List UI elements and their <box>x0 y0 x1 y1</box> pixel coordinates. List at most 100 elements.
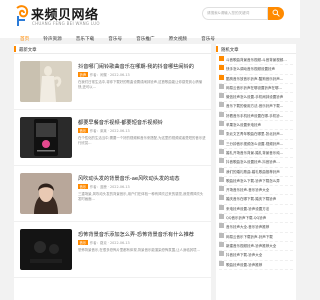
sidebar-list-item[interactable]: 网易云音乐铃声在哪设置铃声在哪… <box>219 83 293 94</box>
sidebar-list-item[interactable]: 好看音乐手机铃声设置在哪-手机铃… <box>219 111 293 122</box>
article-author-date: 作者：闲蝶 · 2022-06-13 <box>89 73 130 77</box>
nav-item-video[interactable]: 原文视频 <box>169 36 187 44</box>
sidebar-item-label[interactable]: 新建音乐视频铃声-铃声推荐大全 <box>226 244 276 248</box>
sidebar-list-item[interactable]: 我们的婚礼歌曲-婚礼歌曲推荐铃声 <box>219 167 293 177</box>
article-author-date: 作者：蓝鹿 · 2022-06-13 <box>89 185 130 189</box>
article-thumbnail[interactable] <box>20 117 72 158</box>
article-thumbnail[interactable] <box>20 229 72 270</box>
sidebar-item-label[interactable]: 婚礼开场音乐背景-婚礼背景音乐纯… <box>226 151 283 155</box>
sidebar-list-item[interactable]: 开场音乐铃声-音乐铃声大全 <box>219 186 293 196</box>
search-input[interactable]: 请搜索&请输入您的关键词 <box>202 7 268 20</box>
article-meta: 铃声 作者：闲蝶 · 2022-06-13 <box>78 72 130 77</box>
rank-badge <box>219 148 224 154</box>
sidebar-list-item[interactable]: 婚庆音乐在哪下载-婚庆下载铃声 <box>219 195 293 205</box>
rank-badge <box>219 241 224 247</box>
sidebar-list-item[interactable]: 苹果怎么设置来电铃声 <box>219 121 293 131</box>
rank-badge <box>219 232 224 238</box>
sidebar-list-item[interactable]: 歌曲铃声设置-铃声推荐 <box>219 260 293 270</box>
search-button[interactable] <box>268 7 284 20</box>
sidebar-list-item[interactable]: 来电铃声设置-铃声设置方法 <box>219 204 293 215</box>
article-title[interactable]: 风吹动头发的背景音乐-ae风吹动头发的动态 <box>78 175 206 182</box>
article-title[interactable]: 恐怖背景音乐添加怎么弄-恐怖背景音乐有什么推荐 <box>78 231 206 238</box>
sidebar-list-item[interactable]: 新建音乐视频铃声-铃声推荐大全 <box>219 241 293 252</box>
sidebar-list-item[interactable]: 快手怎么调动音乐视频设置铃声 <box>219 65 293 75</box>
article-item[interactable]: 恐怖背景音乐添加怎么弄-恐怖背景音乐有什么推荐 音乐 作者：路克 · 2022-0… <box>14 222 211 278</box>
nav-item-music-account[interactable]: 音乐号 <box>108 36 122 44</box>
sidebar-list-item[interactable]: 抖音歌曲怎么设置铃声-抖音铃声… <box>219 158 293 168</box>
category-badge[interactable]: 音乐 <box>78 184 88 189</box>
sidebar-item-label[interactable]: 网易云音乐下载铃声-铃声下载 <box>226 235 273 239</box>
nav-item-music-account-2[interactable]: 音乐号 <box>201 36 215 44</box>
article-excerpt: 在个性化的生活当中,需要一个好的视频和音乐来搭配,为这里的视频或者是短的音乐进行… <box>78 136 206 146</box>
sidebar-list-item[interactable]: 音乐下载的使用方法-音乐铃声下载… <box>219 102 293 112</box>
article-meta: 音乐 作者：路克 · 2022-06-13 <box>78 240 130 245</box>
category-badge[interactable]: 音乐 <box>78 240 88 245</box>
search-icon <box>272 9 280 17</box>
article-excerpt: 恐怖背景音乐,在很多恐怖片里都有体现,背景音乐能渲染恐怖氛围,让人身临其境… <box>78 248 200 252</box>
random-articles-sidebar: 随机文章 斗音歌曲背景音乐视频-斗音背景视频… 快手怎么调动音乐视频设置铃声 酷狗音… <box>216 44 296 300</box>
sidebar-list-item[interactable]: 酷狗音乐放音乐铃声-酷狗音乐铃声… <box>219 74 293 84</box>
rank-badge <box>219 260 224 266</box>
rank-badge <box>219 204 224 210</box>
sidebar-list-item[interactable]: 三分钟音乐视频怎么设置-视频铃声… <box>219 139 293 149</box>
sidebar-item-label[interactable]: 我们的婚礼歌曲-婚礼歌曲推荐铃声 <box>226 170 280 174</box>
rank-badge <box>219 111 224 117</box>
nav-item-ringtones[interactable]: 铃声资源 <box>43 36 61 44</box>
nav-item-music-promo[interactable]: 音乐推广 <box>136 36 154 44</box>
sidebar-item-label[interactable]: 歌曲铃声怎么下载-铃声下载怎么弄 <box>226 179 280 183</box>
sidebar-list-item[interactable]: 斗音歌曲背景音乐视频-斗音背景视频… <box>219 56 293 66</box>
sidebar-list: 斗音歌曲背景音乐视频-斗音背景视频… 快手怎么调动音乐视频设置铃声酷狗音乐放音乐铃… <box>216 54 296 272</box>
sidebar-list-item[interactable]: 张北文艺青年歌曲在哪里-张北铃声… <box>219 130 293 140</box>
sidebar-item-label[interactable]: 斗音歌曲背景音乐视频-斗音背景视频… <box>226 58 287 62</box>
sidebar-list-item[interactable]: 微信铃声怎么设置-手机闹钟设置铃声 <box>219 93 293 103</box>
article-item[interactable]: 都要早餐音乐视频-都要短音乐视频铃 音乐 作者：莱莱 · 2022-06-13 在… <box>14 110 211 166</box>
article-item[interactable]: 风吹动头发的背景音乐-ae风吹动头发的动态 音乐 作者：蓝鹿 · 2022-06-… <box>14 166 211 222</box>
rank-badge <box>219 195 224 201</box>
article-item[interactable]: 抖音哪门闹铃歌曲音乐在哪期-我的抖音哪些闹铃的 铃声 作者：闲蝶 · 2022-0… <box>14 54 211 110</box>
sidebar-item-label[interactable]: 音乐下载的使用方法-音乐铃声下载… <box>226 104 283 108</box>
sidebar-list-item[interactable]: 婚礼开场音乐背景-婚礼背景音乐纯… <box>219 148 293 159</box>
article-meta: 音乐 作者：莱莱 · 2022-06-13 <box>78 128 130 133</box>
sidebar-item-label[interactable]: 抖音歌曲怎么设置铃声-抖音铃声… <box>226 160 280 164</box>
sidebar-item-label[interactable]: 三分钟音乐视频怎么设置-视频铃声… <box>226 142 283 146</box>
sidebar-item-label[interactable]: QQ音乐铃声下载-QQ铃声 <box>226 216 266 220</box>
article-title[interactable]: 都要早餐音乐视频-都要短音乐视频铃 <box>78 119 206 126</box>
rank-badge <box>219 74 224 80</box>
sidebar-item-label[interactable]: 苹果怎么设置来电铃声 <box>226 123 261 127</box>
rank-badge <box>219 251 224 257</box>
sidebar-item-label[interactable]: 酷狗音乐放音乐铃声-酷狗音乐铃声… <box>226 77 283 81</box>
rank-badge <box>219 56 224 61</box>
rank-badge <box>219 167 224 173</box>
article-list-panel: 最新文章 抖音哪门闹铃歌曲音乐在哪期-我的抖音哪些闹铃的 铃声 作者：闲蝶 · 2… <box>14 44 211 300</box>
sidebar-list-item[interactable]: QQ音乐铃声下载-QQ铃声 <box>219 214 293 224</box>
category-badge[interactable]: 铃声 <box>78 72 88 77</box>
sidebar-item-label[interactable]: 婚庆音乐在哪下载-婚庆下载铃声 <box>226 197 276 201</box>
sidebar-item-label[interactable]: 网易云音乐铃声在哪设置铃声在哪… <box>226 86 282 90</box>
sidebar-item-label[interactable]: 歌曲铃声设置-铃声推荐 <box>226 263 262 267</box>
sidebar-list-item[interactable]: 歌曲铃声怎么下载-铃声下载怎么弄 <box>219 176 293 187</box>
article-thumbnail[interactable] <box>20 173 72 214</box>
section-title: 最新文章 <box>14 44 211 54</box>
sidebar-item-label[interactable]: 微信铃声怎么设置-手机闹钟设置铃声 <box>226 95 283 99</box>
rank-badge <box>219 102 224 108</box>
nav-item-music-download[interactable]: 音乐下载 <box>76 36 94 44</box>
sidebar-item-label[interactable]: 抖音铃声下载-铃声大全 <box>226 253 262 257</box>
rank-badge <box>219 158 224 164</box>
rank-badge <box>219 121 224 127</box>
rank-badge <box>219 214 224 220</box>
sidebar-item-label[interactable]: 张北文艺青年歌曲在哪里-张北铃声… <box>226 132 283 136</box>
rank-badge <box>219 186 224 192</box>
article-thumbnail[interactable] <box>20 61 72 102</box>
main-nav: 首页 铃声资源 音乐下载 音乐号 音乐推广 原文视频 音乐号 <box>20 25 224 45</box>
sidebar-item-label[interactable]: 开场音乐铃声-音乐铃声大全 <box>226 188 269 192</box>
sidebar-item-label[interactable]: 快手怎么调动音乐视频设置铃声 <box>226 67 275 71</box>
sidebar-list-item[interactable]: 网易云音乐下载铃声-铃声下载 <box>219 232 293 242</box>
sidebar-item-label[interactable]: 音乐铃声大全-音乐铃声推荐 <box>226 225 269 229</box>
sidebar-item-label[interactable]: 来电铃声设置-铃声设置方法 <box>226 207 269 211</box>
category-badge[interactable]: 音乐 <box>78 128 88 133</box>
article-excerpt: 在我们日常生活中,将你下载好的歌曲设置成闹钟铃声,这首歌曲能让你感觉到心情愉快,… <box>78 80 203 90</box>
sidebar-list-item[interactable]: 抖音铃声下载-铃声大全 <box>219 251 293 261</box>
sidebar-item-label[interactable]: 好看音乐手机铃声设置在哪-手机铃… <box>226 114 283 118</box>
article-title[interactable]: 抖音哪门闹铃歌曲音乐在哪期-我的抖音哪些闹铃的 <box>78 63 206 70</box>
sidebar-list-item[interactable]: 音乐铃声大全-音乐铃声推荐 <box>219 223 293 233</box>
